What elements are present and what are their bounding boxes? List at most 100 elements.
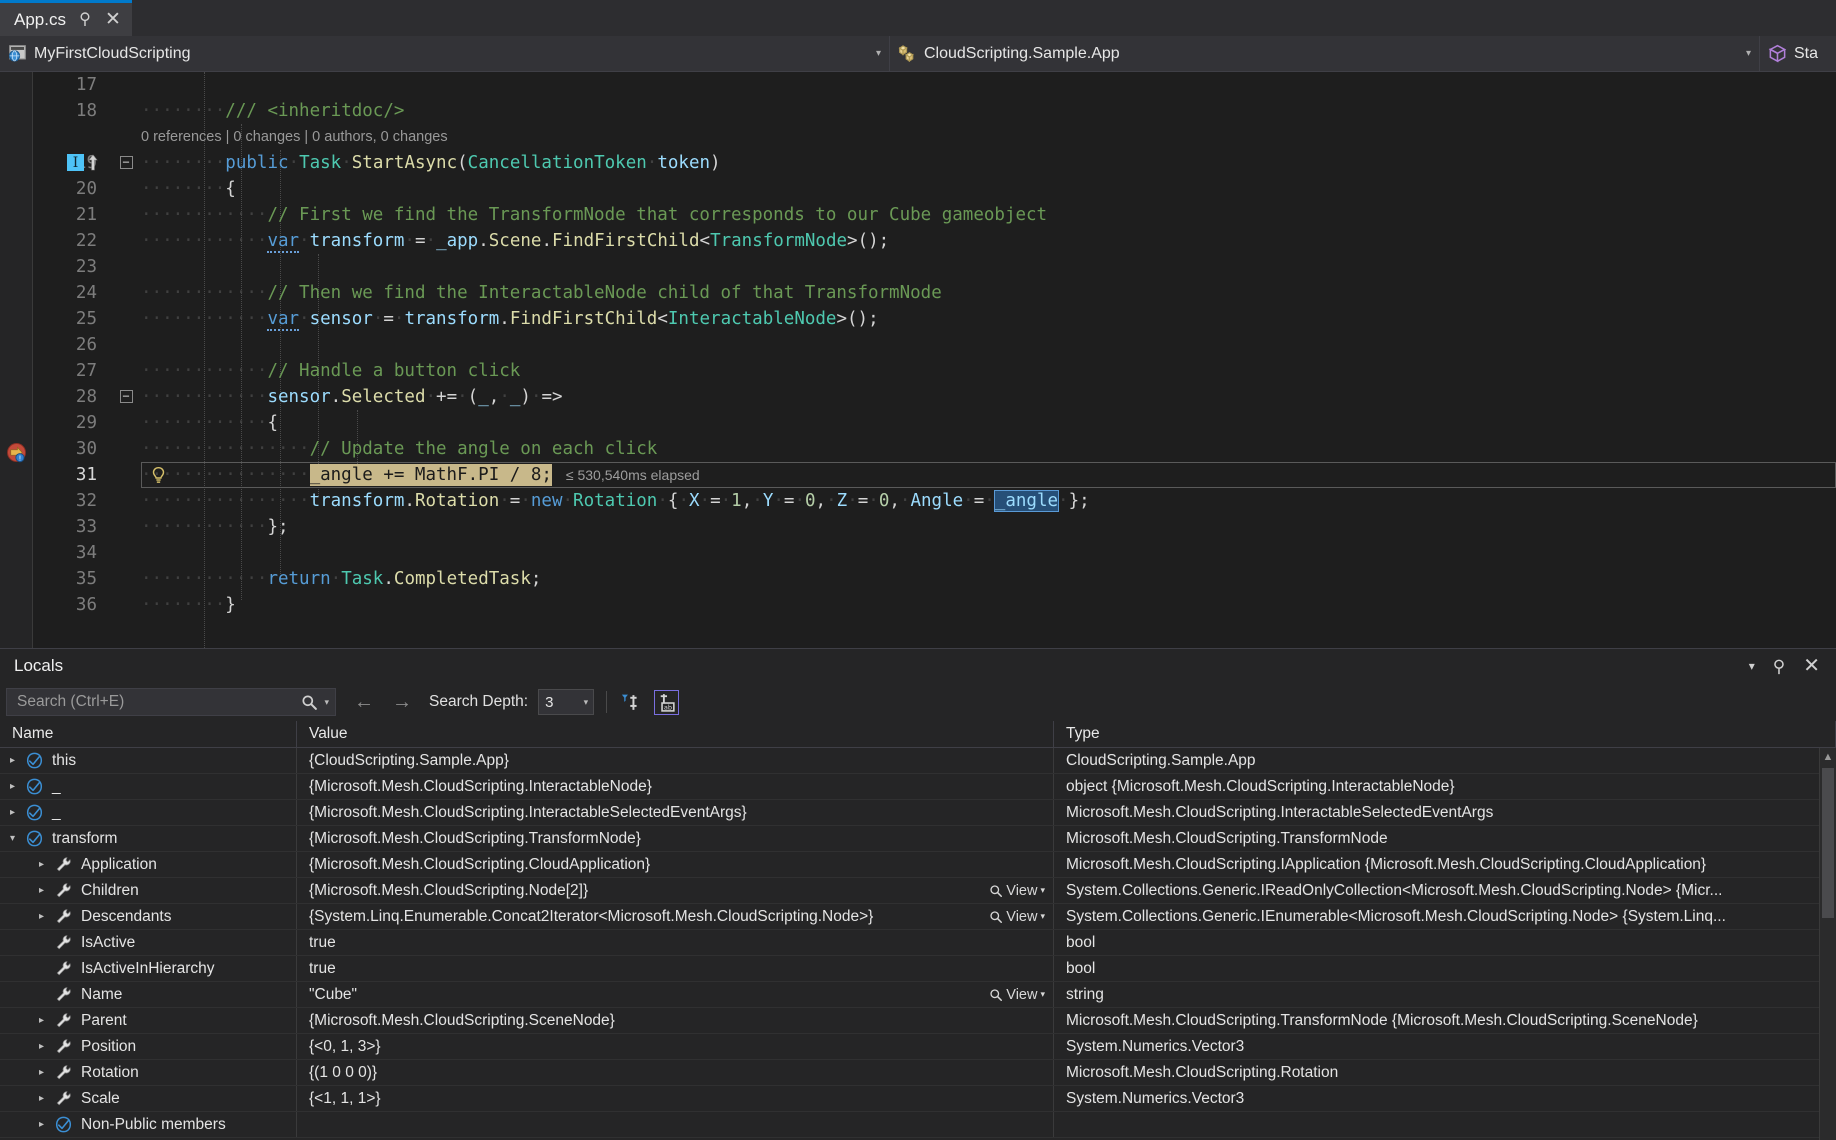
navbar-project-dropdown[interactable]: MyFirstCloudScripting ▾	[0, 36, 890, 71]
search-forward-button[interactable]: →	[383, 691, 421, 714]
column-header-name[interactable]: Name	[0, 721, 297, 747]
view-visualizer-button[interactable]: View▾	[989, 883, 1045, 899]
search-input[interactable]	[17, 693, 301, 711]
expand-toggle-collapsed[interactable]: ▸	[33, 1093, 50, 1104]
chevron-down-icon[interactable]: ▾	[866, 48, 881, 59]
code-editor[interactable]: ! 17 18 ········/// <inheritdoc/> 0 refe…	[0, 72, 1836, 652]
column-header-value[interactable]: Value	[297, 721, 1054, 747]
variable-name: Scale	[79, 1090, 120, 1108]
cell-value[interactable]: {Microsoft.Mesh.CloudScripting.Interacta…	[297, 774, 1054, 799]
lightbulb-icon[interactable]	[149, 466, 168, 485]
pin-filter-icon[interactable]	[619, 692, 640, 713]
expand-toggle-collapsed[interactable]: ▸	[33, 911, 50, 922]
close-icon[interactable]: ✕	[104, 10, 122, 29]
table-row[interactable]: Name"Cube"View▾string	[0, 982, 1836, 1008]
expand-toggle-expanded[interactable]: ▾	[4, 833, 21, 844]
code-text-area[interactable]: 17 18 ········/// <inheritdoc/> 0 refere…	[33, 72, 1836, 652]
expand-toggle-collapsed[interactable]: ▸	[33, 1119, 50, 1130]
code-line: 33 ············};	[33, 514, 1836, 540]
search-depth-select[interactable]: 3 ▾	[538, 689, 594, 715]
table-row[interactable]: ▸Application{Microsoft.Mesh.CloudScripti…	[0, 852, 1836, 878]
breakpoint-gutter[interactable]: !	[0, 72, 33, 652]
table-body[interactable]: ▸this{CloudScripting.Sample.App}CloudScr…	[0, 748, 1836, 1140]
table-row[interactable]: ▸_{Microsoft.Mesh.CloudScripting.Interac…	[0, 774, 1836, 800]
scrollbar-thumb[interactable]	[1822, 768, 1834, 918]
table-row[interactable]: ▸Position{<0, 1, 3>}System.Numerics.Vect…	[0, 1034, 1836, 1060]
table-row[interactable]: ▸Descendants{System.Linq.Enumerable.Conc…	[0, 904, 1836, 930]
cell-type: Microsoft.Mesh.CloudScripting.TransformN…	[1054, 1008, 1836, 1033]
variable-type: System.Numerics.Vector3	[1066, 1038, 1244, 1056]
table-row[interactable]: ▸_{Microsoft.Mesh.CloudScripting.Interac…	[0, 800, 1836, 826]
cell-value[interactable]: {Microsoft.Mesh.CloudScripting.Transform…	[297, 826, 1054, 851]
view-visualizer-button[interactable]: View▾	[989, 909, 1045, 925]
chevron-down-icon[interactable]: ▾	[1749, 660, 1755, 672]
search-box[interactable]: ▾	[6, 688, 336, 716]
table-row[interactable]: ▸ Children {Microsoft.Mesh.CloudScripting.…	[0, 878, 1836, 904]
table-row[interactable]: ▸Non-Public members	[0, 1112, 1836, 1138]
text-visualizer-icon[interactable]: ab	[654, 690, 679, 715]
tab-app-cs[interactable]: App.cs ⚲ ✕	[0, 0, 132, 36]
code-line-text: ············return·Task.CompletedTask;	[141, 566, 1836, 592]
cell-value[interactable]: {(1 0 0 0)}	[297, 1060, 1054, 1085]
line-number: 24	[33, 280, 111, 306]
cell-value[interactable]: {Microsoft.Mesh.CloudScripting.Interacta…	[297, 800, 1054, 825]
cell-value[interactable]: {System.Linq.Enumerable.Concat2Iterator<…	[297, 904, 1054, 929]
view-label: View	[1006, 883, 1037, 899]
navbar-type-dropdown[interactable]: CloudScripting.Sample.App ▾	[890, 36, 1760, 71]
expand-toggle-collapsed[interactable]: ▸	[4, 781, 21, 792]
fold-toggle[interactable]: −	[111, 384, 141, 410]
view-visualizer-button[interactable]: View▾	[989, 987, 1045, 1003]
pin-icon[interactable]: ⚲	[76, 12, 94, 28]
chevron-down-icon[interactable]: ▾	[318, 697, 329, 708]
expand-toggle-collapsed[interactable]: ▸	[4, 807, 21, 818]
line-number: 31	[33, 462, 111, 488]
cell-value[interactable]: {CloudScripting.Sample.App}	[297, 748, 1054, 773]
variable-name: Children	[79, 882, 139, 900]
table-row[interactable]: ▾transform{Microsoft.Mesh.CloudScripting…	[0, 826, 1836, 852]
chevron-down-icon[interactable]: ▾	[1040, 885, 1045, 896]
table-row[interactable]: IsActivetruebool	[0, 930, 1836, 956]
cell-value[interactable]: true	[297, 956, 1054, 981]
breakpoint-mapped-icon[interactable]: !	[6, 442, 27, 463]
fold-toggle[interactable]: −	[111, 150, 141, 176]
expand-toggle-collapsed[interactable]: ▸	[33, 1067, 50, 1078]
expand-toggle-collapsed[interactable]: ▸	[33, 885, 50, 896]
chevron-down-icon[interactable]: ▾	[1736, 48, 1751, 59]
chevron-down-icon[interactable]: ▾	[1040, 989, 1045, 1000]
column-header-type[interactable]: Type	[1054, 721, 1836, 747]
object-icon	[26, 830, 45, 847]
navbar-member-dropdown[interactable]: Sta	[1760, 36, 1836, 71]
vertical-scrollbar[interactable]: ▲	[1819, 748, 1836, 1140]
table-row[interactable]: IsActiveInHierarchytruebool	[0, 956, 1836, 982]
cell-value[interactable]: {Microsoft.Mesh.CloudScripting.CloudAppl…	[297, 852, 1054, 877]
cell-value[interactable]	[297, 1112, 1054, 1137]
cell-value[interactable]: {Microsoft.Mesh.CloudScripting.Node[2]}V…	[297, 878, 1054, 903]
variable-type: bool	[1066, 934, 1095, 952]
cell-name: ▸Parent	[0, 1008, 297, 1033]
view-label: View	[1006, 909, 1037, 925]
codelens-row[interactable]: 0 references | 0 changes | 0 authors, 0 …	[33, 124, 1836, 150]
chevron-down-icon[interactable]: ▾	[1040, 911, 1045, 922]
close-icon[interactable]: ✕	[1803, 656, 1820, 676]
table-row[interactable]: ▸Parent{Microsoft.Mesh.CloudScripting.Sc…	[0, 1008, 1836, 1034]
expand-toggle-collapsed[interactable]: ▸	[33, 1015, 50, 1026]
locals-table[interactable]: Name Value Type ▸this{CloudScripting.Sam…	[0, 721, 1836, 1140]
table-row[interactable]: ▸Scale{<1, 1, 1>}System.Numerics.Vector3	[0, 1086, 1836, 1112]
table-row[interactable]: ▸this{CloudScripting.Sample.App}CloudScr…	[0, 748, 1836, 774]
table-row[interactable]: ▸Rotation{(1 0 0 0)}Microsoft.Mesh.Cloud…	[0, 1060, 1836, 1086]
pin-icon[interactable]: ⚲	[1773, 658, 1785, 675]
cell-value[interactable]: {<1, 1, 1>}	[297, 1086, 1054, 1111]
cell-value[interactable]: true	[297, 930, 1054, 955]
code-line: 22 ············var·transform·=·_app.Scen…	[33, 228, 1836, 254]
codelens-text[interactable]: 0 references | 0 changes | 0 authors, 0 …	[141, 124, 448, 150]
expand-toggle-collapsed[interactable]: ▸	[33, 1041, 50, 1052]
cell-value[interactable]: {Microsoft.Mesh.CloudScripting.SceneNode…	[297, 1008, 1054, 1033]
expand-toggle-collapsed[interactable]: ▸	[4, 755, 21, 766]
chevron-down-icon[interactable]: ▾	[584, 697, 594, 708]
cell-value[interactable]: "Cube"View▾	[297, 982, 1054, 1007]
expand-toggle-collapsed[interactable]: ▸	[33, 859, 50, 870]
magnifier-icon[interactable]	[301, 694, 318, 711]
search-back-button[interactable]: ←	[336, 691, 383, 714]
cell-value[interactable]: {<0, 1, 3>}	[297, 1034, 1054, 1059]
scroll-up-arrow[interactable]: ▲	[1820, 748, 1836, 763]
